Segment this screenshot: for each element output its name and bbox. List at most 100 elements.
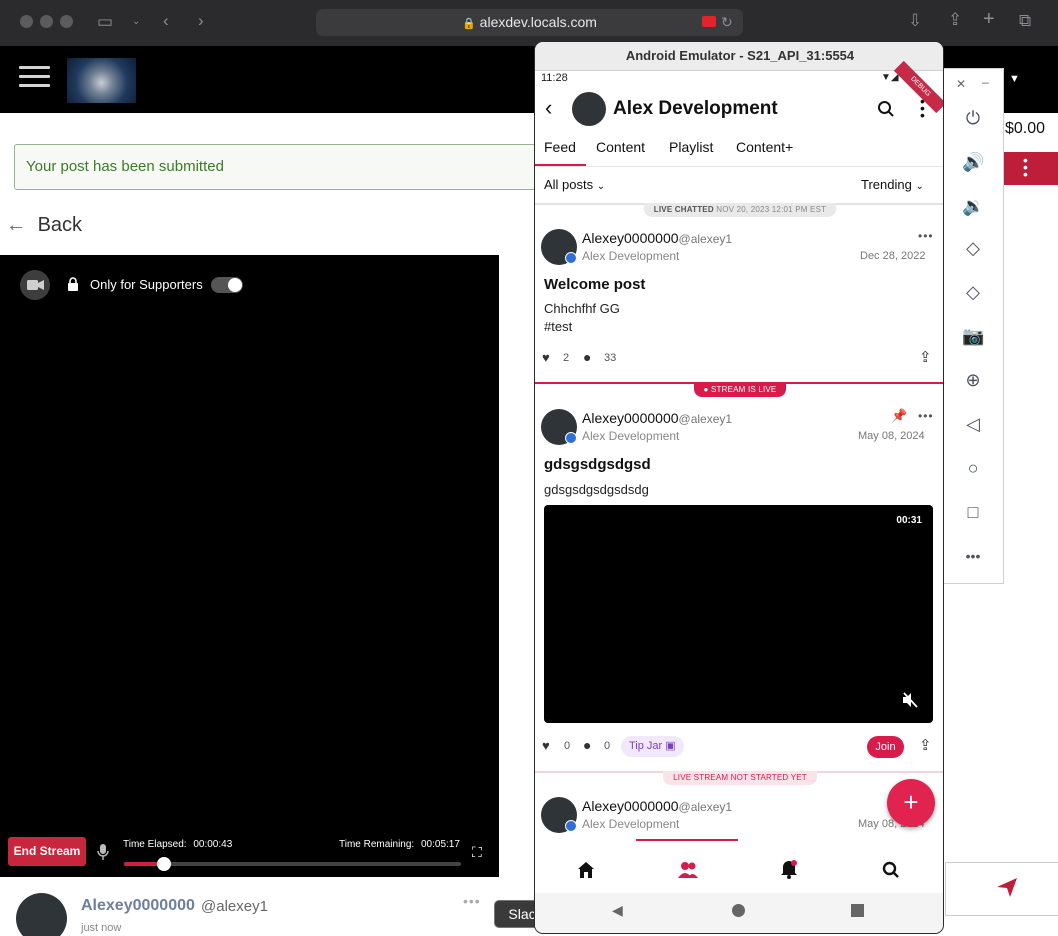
post-title[interactable]: Welcome post <box>544 276 645 293</box>
share-icon[interactable]: ⇪ <box>948 10 962 30</box>
tab-content[interactable]: Content <box>596 138 645 156</box>
search-icon[interactable] <box>877 100 895 118</box>
camera-icon[interactable]: 📷 <box>962 325 984 347</box>
verified-badge-icon <box>565 252 577 264</box>
rotate-left-icon[interactable]: ◇ <box>962 237 984 259</box>
app-title: Alex Development <box>613 98 778 119</box>
progress-handle[interactable] <box>157 857 171 871</box>
power-icon[interactable]: ⏻ <box>962 107 984 129</box>
minimize-icon[interactable]: – <box>982 75 989 89</box>
options-button[interactable]: • • • <box>1004 152 1058 185</box>
download-icon[interactable]: ⇩ <box>908 11 922 31</box>
close-window-button[interactable] <box>20 15 33 28</box>
more-icon[interactable]: ••• <box>962 545 984 567</box>
send-icon[interactable] <box>996 876 1018 898</box>
new-tab-icon[interactable]: + <box>983 9 995 29</box>
tabs-divider <box>535 166 943 167</box>
android-back-icon[interactable]: ◀ <box>612 902 623 919</box>
overview-icon[interactable]: □ <box>962 501 984 523</box>
back-icon[interactable]: ◁ <box>962 413 984 435</box>
tab-playlist[interactable]: Playlist <box>669 138 713 156</box>
like-icon[interactable]: ♥ <box>542 738 550 753</box>
camera-switch-icon[interactable] <box>20 270 50 300</box>
menu-icon-bar[interactable] <box>19 75 50 78</box>
like-icon[interactable]: ♥ <box>542 350 550 365</box>
create-post-fab[interactable]: + <box>887 779 935 827</box>
supporters-toggle[interactable] <box>211 277 243 293</box>
chevron-down-icon[interactable]: ▼ <box>1009 73 1020 85</box>
post-author[interactable]: Alexey0000000@alexey1 <box>582 410 732 428</box>
back-label: Back <box>37 214 83 236</box>
avatar[interactable] <box>16 893 67 936</box>
members-nav-icon[interactable] <box>678 861 698 879</box>
post-channel: Alex Development <box>582 817 680 831</box>
android-overview-icon[interactable] <box>851 904 864 917</box>
join-button[interactable]: Join <box>867 736 904 758</box>
time-remaining-value: 00:05:17 <box>421 839 460 850</box>
post-hashtag[interactable]: #test <box>544 319 572 334</box>
more-options-icon[interactable]: ••• <box>918 409 934 423</box>
tip-jar-button[interactable]: Tip Jar ▣ <box>621 736 684 757</box>
more-options-icon[interactable]: ••• <box>463 893 481 909</box>
chevron-down-icon: ⌄ <box>596 181 606 192</box>
notifications-nav-icon[interactable] <box>780 859 798 879</box>
time-remaining: Time Remaining: 00:05:17 <box>339 838 460 852</box>
close-icon[interactable]: ✕ <box>956 77 966 91</box>
post-video[interactable]: 00:31 <box>544 505 933 723</box>
address-bar[interactable]: 🔒 alexdev.locals.com <box>316 9 743 36</box>
post-author[interactable]: Alexey0000000@alexey1 <box>582 230 732 248</box>
menu-icon-bar[interactable] <box>19 84 50 87</box>
post-date: May 08, 2024 <box>858 430 925 442</box>
stream-live-divider: ● STREAM IS LIVE <box>535 383 943 399</box>
time-elapsed-value: 00:00:43 <box>193 839 233 850</box>
verified-badge-icon <box>565 820 577 832</box>
back-nav-icon[interactable]: ‹ <box>163 11 169 31</box>
comment-icon[interactable]: ● <box>583 737 591 753</box>
site-logo[interactable] <box>67 58 136 103</box>
volume-up-icon[interactable]: 🔊 <box>962 151 984 173</box>
zoom-icon[interactable]: ⊕ <box>962 369 984 391</box>
chat-input[interactable] <box>945 862 1058 916</box>
tab-content-plus[interactable]: Content+ <box>736 138 793 156</box>
post-time: just now <box>81 922 122 934</box>
tab-feed[interactable]: Feed <box>544 138 576 156</box>
rotate-right-icon[interactable]: ◇ <box>962 281 984 303</box>
post-title[interactable]: gdsgsdgsdgsd <box>544 456 651 473</box>
reload-icon[interactable]: ↻ <box>721 12 733 32</box>
back-link[interactable]: ← Back <box>6 212 82 238</box>
forward-nav-icon[interactable]: › <box>198 11 204 31</box>
fullscreen-icon[interactable]: ⛶ <box>472 844 482 861</box>
home-nav-icon[interactable] <box>577 861 595 879</box>
live-chatted-divider: LIVE CHATTED NOV 20, 2023 12:01 PM EST <box>535 203 943 219</box>
android-home-icon[interactable] <box>732 904 745 917</box>
post-handle: @alexey1 <box>678 800 733 814</box>
sidebar-icon[interactable]: ▭ <box>97 12 113 32</box>
end-stream-button[interactable]: End Stream <box>8 837 86 866</box>
overflow-menu-icon[interactable]: • • • <box>920 94 925 122</box>
trending-filter[interactable]: Trending ⌄ <box>861 177 924 192</box>
more-options-icon[interactable]: ••• <box>918 229 934 243</box>
post-handle: @alexey1 <box>678 412 733 426</box>
back-arrow-icon[interactable]: ‹ <box>545 95 552 121</box>
post-author[interactable]: Alexey0000000@alexey1 <box>582 798 732 816</box>
comment-icon[interactable]: ● <box>583 349 591 365</box>
mute-icon[interactable] <box>901 691 919 709</box>
time-elapsed-label: Time Elapsed: <box>123 839 187 850</box>
chevron-down-icon[interactable]: ⌄ <box>132 12 140 32</box>
channel-avatar[interactable] <box>572 92 606 126</box>
tab-overview-icon[interactable]: ⧉ <box>1019 11 1031 31</box>
menu-icon-bar[interactable] <box>19 66 50 69</box>
microphone-icon[interactable] <box>96 843 110 861</box>
share-icon[interactable]: ⇪ <box>919 348 932 366</box>
minimize-window-button[interactable] <box>40 15 53 28</box>
zoom-window-button[interactable] <box>60 15 73 28</box>
post-username[interactable]: Alexey0000000 <box>81 897 195 915</box>
progress-track[interactable] <box>124 862 461 866</box>
all-posts-filter[interactable]: All posts ⌄ <box>544 177 605 192</box>
home-icon[interactable]: ○ <box>962 457 984 479</box>
url-text: alexdev.locals.com <box>479 14 597 30</box>
share-icon[interactable]: ⇪ <box>919 736 932 754</box>
recording-icon[interactable] <box>702 16 716 27</box>
volume-down-icon[interactable]: 🔉 <box>962 195 984 217</box>
search-nav-icon[interactable] <box>882 861 900 879</box>
